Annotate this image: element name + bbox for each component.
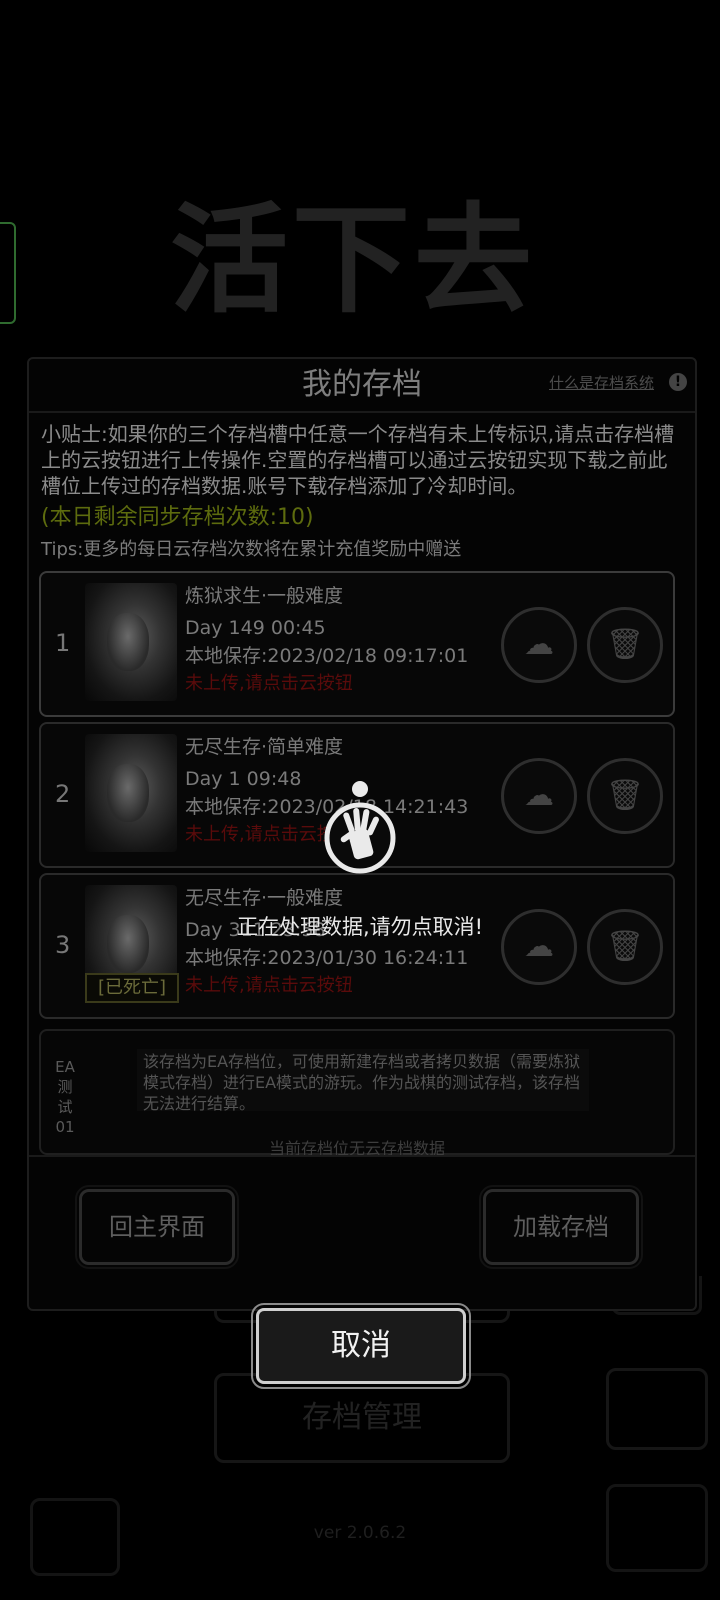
trash-icon: 🗑 <box>605 627 645 662</box>
save-slot-1[interactable]: 1 炼狱求生·一般难度 Day 149 00:45 本地保存:2023/02/1… <box>39 571 675 717</box>
slot-saved-time: 本地保存:2023/01/30 16:24:11 <box>185 947 469 969</box>
slot-upload-warning: 未上传,请点击云按钮 <box>185 975 353 996</box>
main-menu-button[interactable]: 回主界面 <box>75 1185 239 1269</box>
slot-upload-warning: 未上传,请点击云按钮 <box>185 673 353 694</box>
cancel-button[interactable]: 取消 <box>251 1303 471 1389</box>
ea-slot-description: 该存档为EA存档位，可使用新建存档或者拷贝数据（需要炼狱模式存档）进行EA模式的… <box>137 1049 589 1113</box>
mail-icon <box>606 1368 708 1450</box>
slot-mode: 炼狱求生·一般难度 <box>185 585 344 607</box>
cloud-button[interactable]: ☁ <box>501 607 577 683</box>
slot-day: Day 149 00:45 <box>185 617 326 639</box>
slot-mode: 无尽生存·一般难度 <box>185 887 344 909</box>
cloud-sync-icon: ☁ <box>524 627 554 662</box>
slot-number: 2 <box>55 780 71 808</box>
delete-button[interactable]: 🗑 <box>587 758 663 834</box>
trash-icon: 🗑 <box>605 778 645 813</box>
processing-message: 正在处理数据,请勿点取消! <box>236 915 484 939</box>
cloud-button[interactable]: ☁ <box>501 758 577 834</box>
slot-day: Day 1 09:48 <box>185 768 302 790</box>
tip-text: 小贴士:如果你的三个存档槽中任意一个存档有未上传标识,请点击存档槽上的云按钮进行… <box>41 422 675 498</box>
slot-number: 1 <box>55 629 71 657</box>
character-portrait <box>85 734 177 852</box>
load-save-button[interactable]: 加载存档 <box>479 1185 643 1269</box>
slot-saved-time: 本地保存:2023/02/18 09:17:01 <box>185 645 469 667</box>
dialog-footer: 回主界面 加载存档 <box>29 1155 695 1309</box>
delete-button[interactable]: 🗑 <box>587 607 663 683</box>
character-portrait <box>85 583 177 701</box>
cloud-sync-icon: ☁ <box>524 778 554 813</box>
save-manage-button: 存档管理 <box>214 1373 510 1463</box>
ea-slot-label: EA测试01 <box>55 1058 75 1136</box>
save-slot-3[interactable]: 3 [已死亡] 无尽生存·一般难度 Day 311 23:58 本地保存:202… <box>39 873 675 1019</box>
save-system-help-link[interactable]: 什么是存档系统 <box>549 371 654 395</box>
remaining-sync-count: (本日剩余同步存档次数:10) <box>41 505 314 530</box>
dead-status-badge: [已死亡] <box>85 973 179 1003</box>
version-info: ver 2.0.6.2 <box>313 1523 407 1543</box>
slot-mode: 无尽生存·简单难度 <box>185 736 344 758</box>
zombie-hand-spinner-icon <box>320 776 400 876</box>
ea-save-slot[interactable]: EA测试01 该存档为EA存档位，可使用新建存档或者拷贝数据（需要炼狱模式存档）… <box>39 1029 675 1158</box>
game-logo: 活下去 <box>170 191 537 329</box>
dialog-header: 我的存档 什么是存档系统 ! <box>29 359 695 413</box>
side-tab-edge <box>0 222 16 324</box>
tips-more: Tips:更多的每日云存档次数将在累计充值奖励中赠送 <box>41 539 462 560</box>
info-icon[interactable]: ! <box>669 373 687 391</box>
